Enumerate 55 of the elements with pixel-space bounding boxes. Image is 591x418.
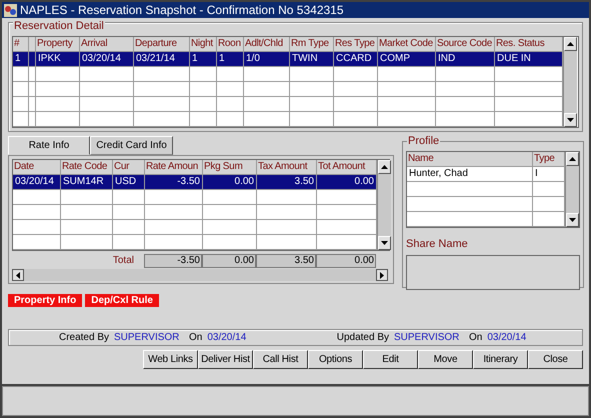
share-name-field[interactable] — [406, 254, 580, 290]
table-cell — [190, 112, 217, 127]
window-title: NAPLES - Reservation Snapshot - Confirmation No 5342315 — [20, 3, 344, 17]
table-cell — [217, 112, 244, 127]
action-button[interactable]: Close — [528, 350, 583, 369]
action-button[interactable]: Call Hist — [253, 350, 308, 369]
action-button[interactable]: Web Links — [143, 350, 198, 369]
table-cell — [378, 112, 436, 127]
share-name-label: Share Name — [406, 237, 469, 252]
tab[interactable]: Rate Info — [8, 136, 90, 155]
table-cell — [113, 235, 145, 250]
table-cell — [244, 112, 290, 127]
table-cell — [13, 112, 29, 127]
audit-value: 03/20/14 — [487, 331, 526, 345]
flag-button[interactable]: Property Info — [8, 294, 82, 307]
audit-value: SUPERVISOR — [114, 331, 180, 345]
action-button[interactable]: Deliver Hist — [198, 350, 253, 369]
table-cell — [145, 235, 203, 250]
audit-label: On — [469, 331, 482, 345]
audit-value: 03/20/14 — [207, 331, 246, 345]
scrollbar[interactable] — [565, 152, 579, 227]
table-row[interactable]: 03/20/14 SUM14R USD -3.50 0.00 3.50 0.00 — [13, 175, 377, 190]
scrollbar[interactable] — [377, 160, 391, 250]
table-cell — [80, 112, 134, 127]
action-button[interactable]: Move — [418, 350, 473, 369]
table-row[interactable]: Hunter, Chad I — [407, 167, 565, 182]
table-cell — [203, 235, 257, 250]
action-button[interactable]: Edit — [363, 350, 418, 369]
group-title: Profile — [407, 135, 440, 147]
total-label: Total — [112, 254, 135, 268]
total-value: 0.00 — [316, 254, 376, 268]
scrollbar[interactable] — [563, 37, 577, 127]
total-value: -3.50 — [144, 254, 202, 268]
flag-button[interactable]: Dep/Cxl Rule — [85, 294, 159, 307]
tab[interactable]: Credit Card Info — [90, 136, 173, 155]
audit-label: Updated By — [336, 331, 389, 345]
table-cell — [61, 235, 113, 250]
total-value: 3.50 — [256, 254, 316, 268]
group-title: Reservation Detail — [13, 20, 105, 32]
table-cell — [290, 112, 334, 127]
audit-value: SUPERVISOR — [394, 331, 460, 345]
table-cell — [334, 112, 378, 127]
action-button[interactable]: Itinerary — [473, 350, 528, 369]
table-cell — [257, 235, 317, 250]
table-cell — [36, 112, 80, 127]
audit-label: On — [189, 331, 202, 345]
table-row[interactable]: 1 IPKK 03/20/14 03/21/14 1 1 1/0 TWIN CCARD COMP IND DUE IN — [13, 52, 563, 67]
total-value: 0.00 — [202, 254, 256, 268]
audit-label: Created By — [58, 331, 109, 345]
horizontal-scrollbar[interactable] — [12, 269, 388, 281]
table-cell — [13, 235, 61, 250]
action-button[interactable]: Options — [308, 350, 363, 369]
table-cell — [134, 112, 190, 127]
app-icon — [4, 4, 17, 16]
table-cell — [436, 112, 495, 127]
